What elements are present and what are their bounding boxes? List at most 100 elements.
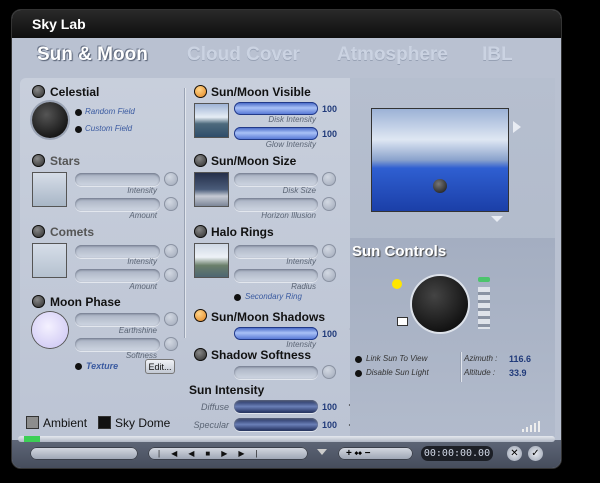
halo-intensity-label: Intensity: [286, 257, 316, 266]
sun-moon-visible-title: Sun/Moon Visible: [211, 85, 311, 99]
diffuse-slider[interactable]: [234, 400, 318, 413]
shadow-softness-knob[interactable]: [322, 365, 336, 379]
earthshine-label: Earthshine: [118, 326, 157, 335]
halo-radius-knob[interactable]: [322, 268, 336, 282]
sky-dome-label: Sky Dome: [115, 416, 171, 430]
time-readout: 00:00:00.00: [421, 446, 493, 461]
celestial-sphere[interactable]: [32, 102, 68, 138]
halo-radius-slider[interactable]: [234, 269, 318, 282]
random-field-label: Random Field: [85, 107, 135, 116]
confirm-icon[interactable]: ✓: [528, 446, 543, 461]
ambient-label: Ambient: [43, 416, 88, 430]
sun-moon-visible-toggle[interactable]: [194, 85, 207, 98]
stars-amount-slider[interactable]: [75, 198, 160, 211]
sun-indicator-icon: [392, 279, 402, 289]
custom-field-radio[interactable]: [75, 126, 82, 133]
azimuth-label: Azimuth :: [464, 354, 498, 363]
horizon-illusion-knob[interactable]: [322, 197, 336, 211]
softness-slider[interactable]: [75, 338, 160, 351]
stars-amount-label: Amount: [129, 211, 157, 220]
softness-knob[interactable]: [164, 337, 178, 351]
shadow-softness-slider[interactable]: [234, 366, 318, 379]
status-led-icon: [478, 277, 490, 282]
celestial-title: Celestial: [50, 85, 100, 99]
sky-preview[interactable]: [371, 108, 509, 212]
disk-intensity-label: Disk Intensity: [268, 115, 316, 124]
comets-amount-knob[interactable]: [164, 268, 178, 282]
secondary-ring-radio[interactable]: [234, 294, 241, 301]
dial-handle[interactable]: [397, 317, 408, 326]
secondary-ring-label: Secondary Ring: [245, 292, 302, 301]
dial-steps[interactable]: [478, 287, 490, 329]
preview-next-icon[interactable]: [512, 120, 522, 134]
preview-dropdown-icon[interactable]: [490, 215, 504, 223]
custom-field-label: Custom Field: [85, 124, 133, 133]
horizon-illusion-slider[interactable]: [234, 198, 318, 211]
transport-menu-icon[interactable]: [316, 448, 328, 456]
stars-thumbnail[interactable]: [32, 172, 67, 207]
halo-rings-toggle[interactable]: [194, 225, 207, 238]
disable-sun-radio[interactable]: [355, 370, 362, 377]
disk-intensity-slider[interactable]: [234, 102, 318, 115]
altitude-label: Altitude :: [464, 368, 496, 377]
texture-radio[interactable]: [75, 363, 82, 370]
link-sun-label: Link Sun To View: [366, 354, 428, 363]
shadow-softness-title: Shadow Softness: [211, 348, 312, 362]
tab-sun-moon[interactable]: Sun & Moon: [37, 44, 148, 66]
stars-intensity-slider[interactable]: [75, 173, 160, 186]
moon-phase-toggle[interactable]: [32, 295, 45, 308]
random-field-radio[interactable]: [75, 109, 82, 116]
key-add-remove[interactable]: + ⬩⬩ −: [338, 447, 413, 460]
sun-moon-visible-thumbnail[interactable]: [194, 103, 229, 138]
edit-texture-button[interactable]: Edit...: [145, 359, 175, 374]
tab-atmosphere[interactable]: Atmosphere: [337, 44, 448, 66]
comets-amount-slider[interactable]: [75, 269, 160, 282]
sun-moon-size-thumbnail[interactable]: [194, 172, 229, 207]
shadow-intensity-slider[interactable]: [234, 327, 318, 340]
stars-title: Stars: [50, 154, 81, 168]
halo-intensity-knob[interactable]: [322, 244, 336, 258]
horizon-illusion-label: Horizon Illusion: [261, 211, 316, 220]
earthshine-slider[interactable]: [75, 313, 160, 326]
comets-thumbnail[interactable]: [32, 243, 67, 278]
earthshine-knob[interactable]: [164, 312, 178, 326]
tab-ibl[interactable]: IBL: [482, 44, 513, 66]
transport-controls[interactable]: |◀◀■▶▶|: [148, 447, 308, 460]
disk-size-slider[interactable]: [234, 173, 318, 186]
stars-intensity-knob[interactable]: [164, 172, 178, 186]
sun-position-dial[interactable]: [412, 276, 468, 332]
disk-size-knob[interactable]: [322, 172, 336, 186]
sun-moon-size-title: Sun/Moon Size: [211, 154, 297, 168]
specular-label: Specular: [193, 420, 229, 430]
comets-intensity-knob[interactable]: [164, 244, 178, 258]
comets-toggle[interactable]: [32, 225, 45, 238]
comets-amount-label: Amount: [129, 282, 157, 291]
column-divider: [184, 88, 185, 338]
halo-rings-thumbnail[interactable]: [194, 243, 229, 278]
specular-slider[interactable]: [234, 418, 318, 431]
glow-intensity-slider[interactable]: [234, 127, 318, 140]
sky-dome-checkbox[interactable]: [98, 416, 111, 429]
stars-amount-knob[interactable]: [164, 197, 178, 211]
sun-intensity-title: Sun Intensity: [189, 383, 265, 397]
link-sun-radio[interactable]: [355, 356, 362, 363]
coords-divider: [460, 352, 461, 382]
timeline-track[interactable]: [18, 436, 555, 442]
sun-moon-shadows-toggle[interactable]: [194, 309, 207, 322]
sun-moon-size-toggle[interactable]: [194, 154, 207, 167]
shadow-softness-toggle[interactable]: [194, 348, 207, 361]
glow-intensity-value: 100: [322, 129, 338, 139]
azimuth-value: 116.6: [509, 354, 532, 364]
softness-label: Softness: [125, 351, 157, 360]
cancel-icon[interactable]: ✕: [507, 446, 522, 461]
timeline-playhead[interactable]: [24, 436, 40, 442]
ambient-checkbox[interactable]: [26, 416, 39, 429]
stars-toggle[interactable]: [32, 154, 45, 167]
moon-phase-preview[interactable]: [32, 312, 68, 348]
tab-bar: Sun & Moon Cloud Cover Atmosphere IBL: [12, 44, 561, 74]
specular-value: 100: [322, 420, 338, 430]
keyframe-strip[interactable]: [30, 447, 138, 460]
celestial-toggle[interactable]: [32, 85, 45, 98]
sun-controls-panel: [350, 238, 555, 440]
tab-cloud-cover[interactable]: Cloud Cover: [187, 44, 300, 66]
